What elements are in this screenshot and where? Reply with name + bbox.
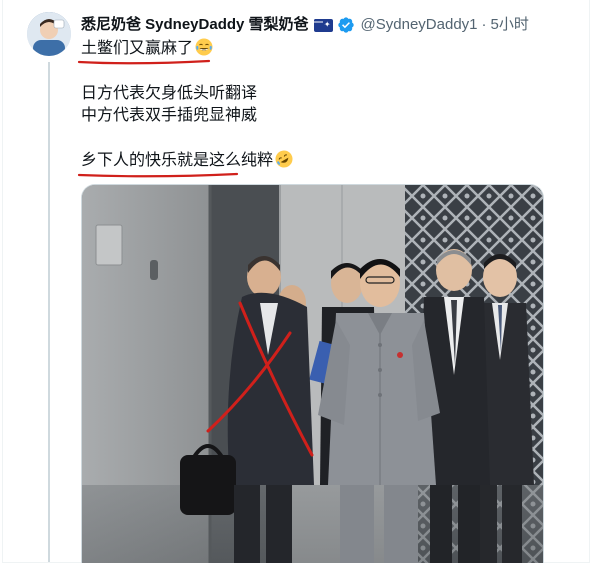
- tweet-text: 土鳖们又赢麻了: [81, 40, 194, 57]
- rolling-laughing-emoji-icon: [275, 150, 293, 168]
- tweet-text-line-3: 中方代表双手插兜显神威: [81, 107, 258, 124]
- avatar[interactable]: [27, 12, 71, 56]
- user-handle[interactable]: @SydneyDaddy1: [361, 14, 478, 36]
- tweet-text-line-1: 土鳖们又赢麻了: [81, 38, 213, 59]
- red-underline-annotation: [77, 172, 239, 178]
- tweet-header: 悉尼奶爸 SydneyDaddy 雪梨奶爸 @SydneyDaddy1 · 5小…: [81, 14, 529, 36]
- tweet-text: 乡下人的快乐就是这么纯粹: [81, 152, 274, 169]
- separator-dot: ·: [481, 16, 487, 33]
- avatar-image: [27, 12, 71, 56]
- tears-of-joy-emoji-icon: [195, 38, 213, 56]
- tweet-text-line-2: 日方代表欠身低头听翻译: [81, 85, 258, 102]
- timestamp[interactable]: 5小时: [491, 14, 529, 36]
- australia-flag-icon: [313, 18, 333, 32]
- thread-line: [48, 62, 50, 562]
- tweet-photo[interactable]: [81, 184, 544, 563]
- photo-content: [82, 185, 543, 563]
- tweet-card[interactable]: 悉尼奶爸 SydneyDaddy 雪梨奶爸 @SydneyDaddy1 · 5小…: [2, 0, 590, 563]
- verified-badge-icon: [337, 17, 354, 33]
- display-name[interactable]: 悉尼奶爸 SydneyDaddy 雪梨奶爸: [81, 14, 309, 36]
- tweet-text-line-4: 乡下人的快乐就是这么纯粹: [81, 150, 293, 171]
